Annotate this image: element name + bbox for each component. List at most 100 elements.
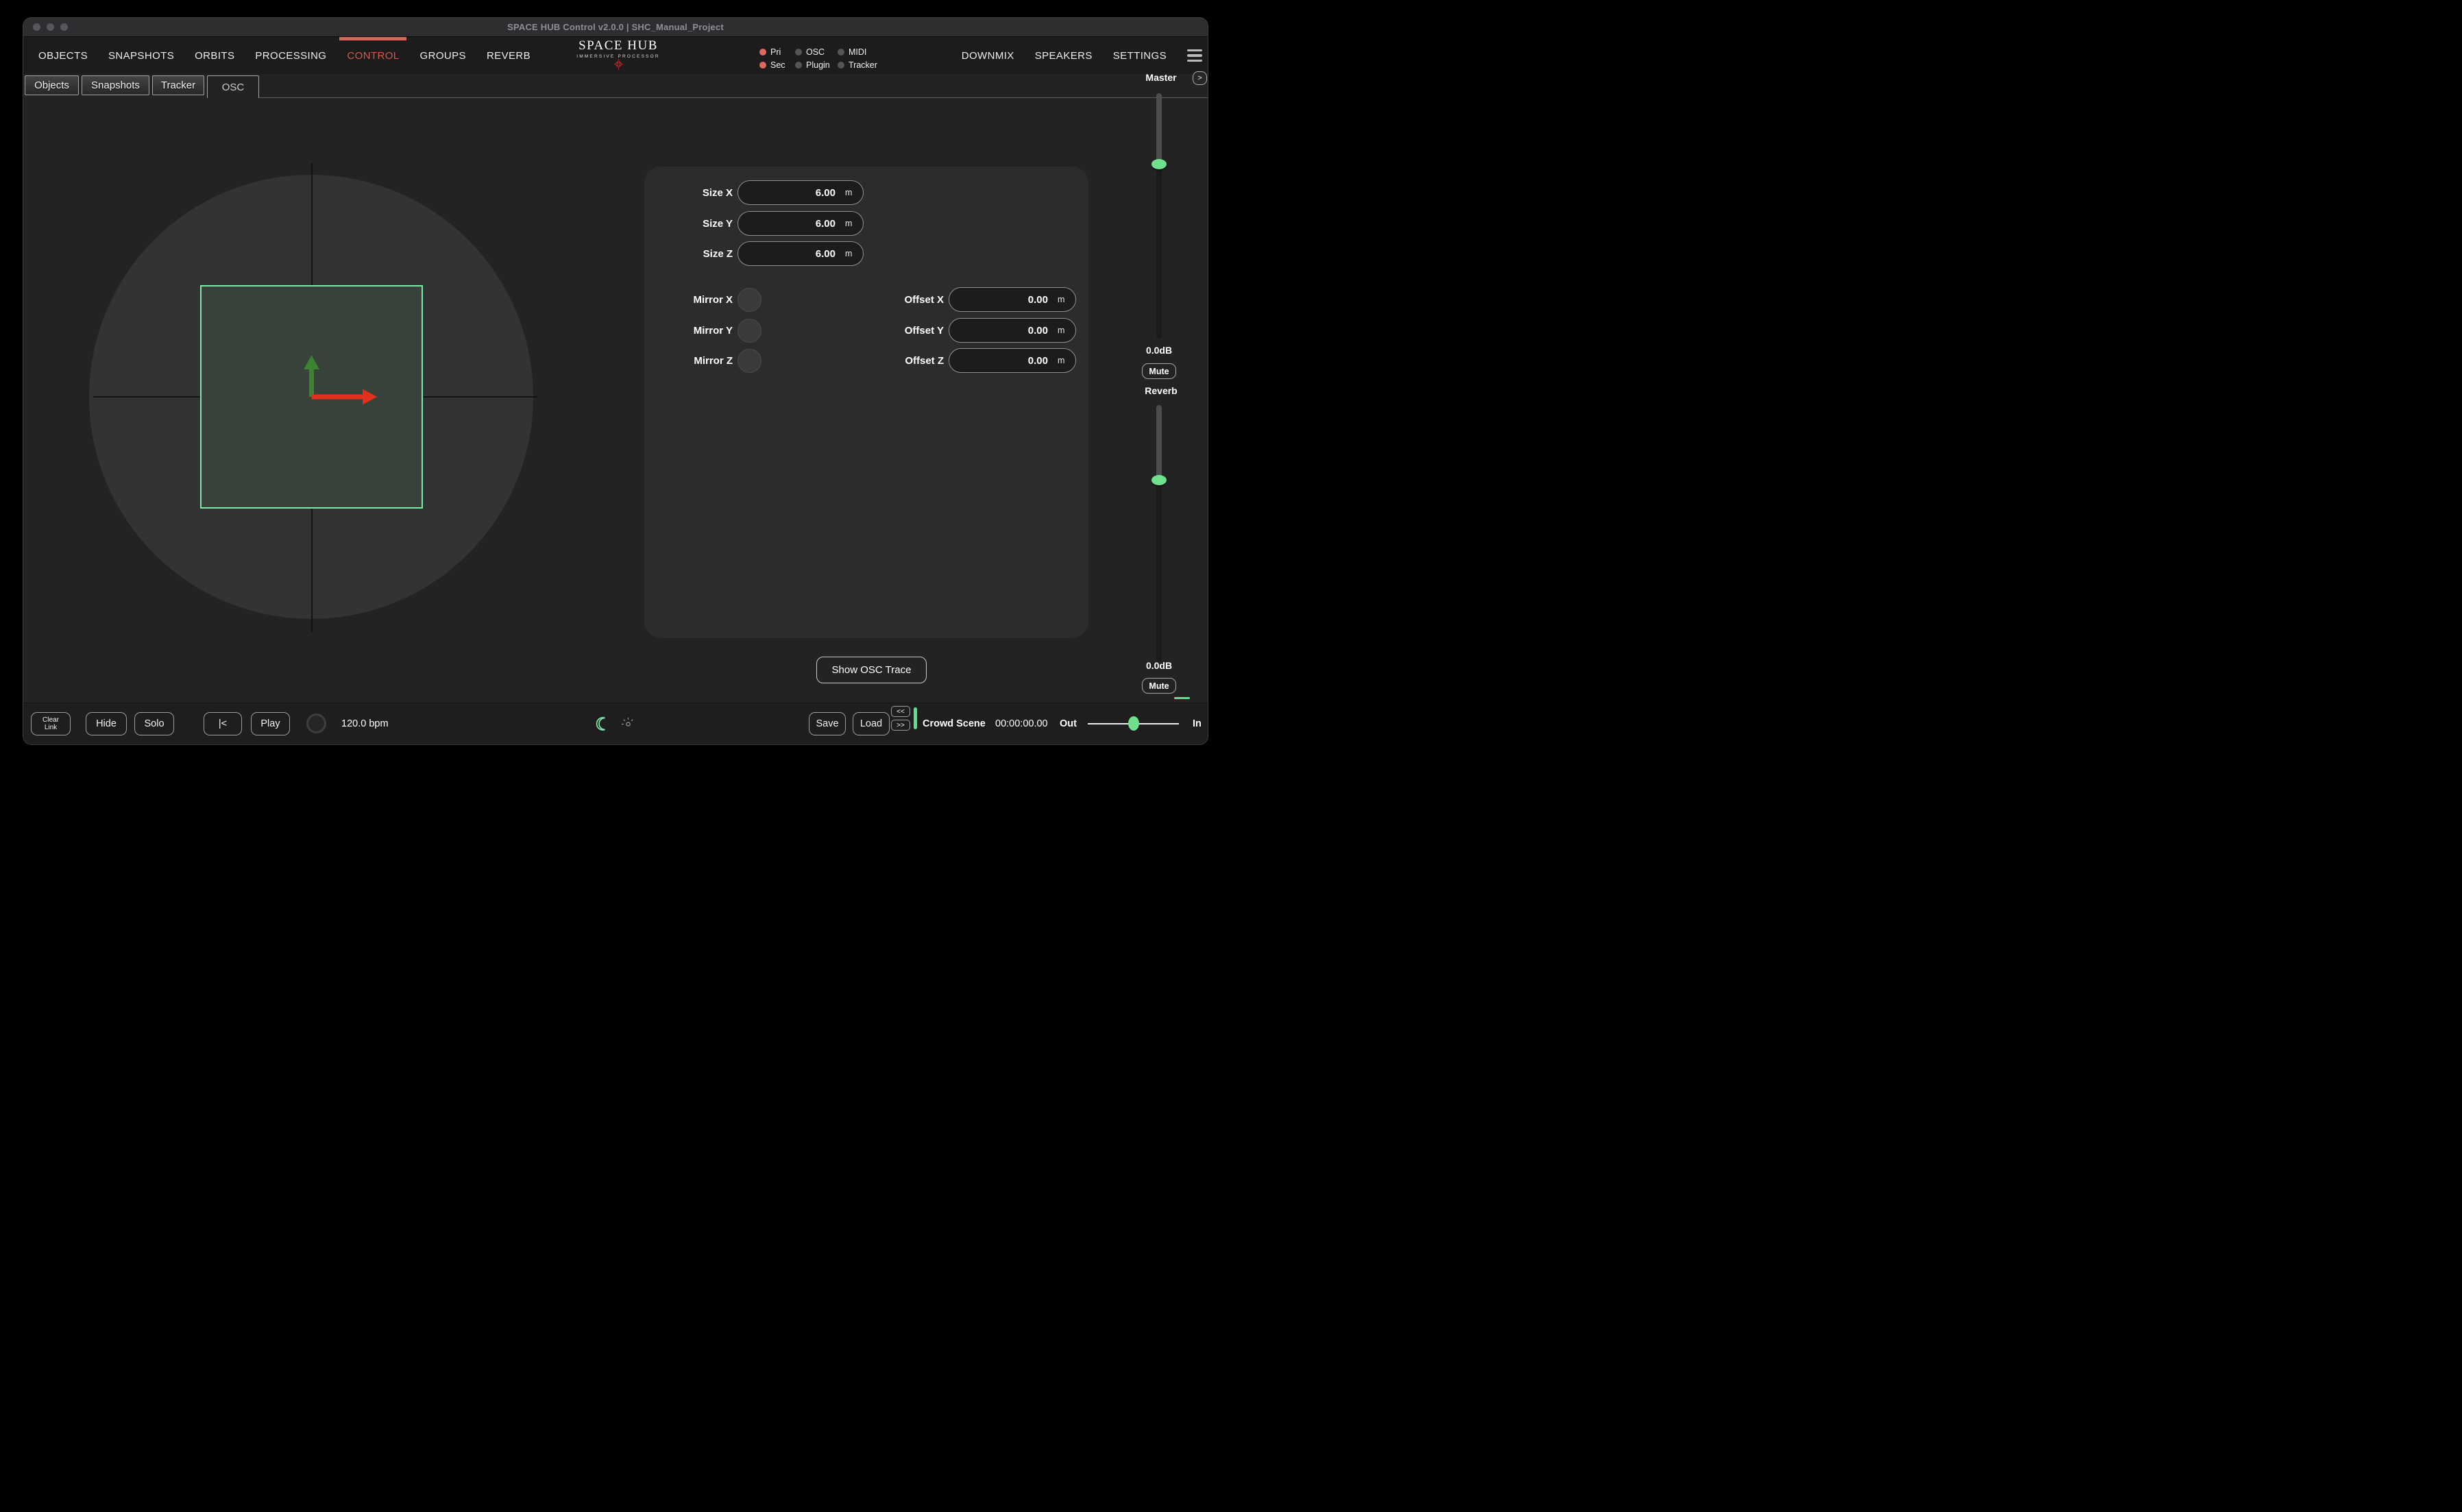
- timecode-readout: 00:00:00.00: [995, 703, 1048, 744]
- solo-button[interactable]: Solo: [134, 712, 174, 735]
- plugin-indicator-dot: [795, 62, 802, 69]
- offset-y-unit: m: [1058, 326, 1067, 335]
- moon-icon[interactable]: [594, 716, 611, 732]
- nav-item-groups[interactable]: GROUPS: [420, 50, 466, 62]
- size-x-unit: m: [845, 188, 855, 197]
- reverb-fader-track-upper: [1156, 405, 1162, 480]
- main-nav: OBJECTS SNAPSHOTS ORBITS PROCESSING CONT…: [23, 37, 1208, 74]
- scene-name: Crowd Scene: [923, 703, 986, 744]
- nav-item-speakers[interactable]: SPEAKERS: [1035, 50, 1093, 62]
- size-z-label: Size Z: [644, 248, 733, 260]
- master-fader-track-upper: [1156, 93, 1162, 164]
- size-y-value: 6.00: [745, 218, 845, 230]
- nav-item-snapshots[interactable]: SNAPSHOTS: [108, 50, 174, 62]
- nav-left-group: OBJECTS SNAPSHOTS ORBITS PROCESSING CONT…: [38, 37, 531, 74]
- in-out-slider-handle[interactable]: [1128, 716, 1139, 731]
- master-label: Master: [1141, 72, 1182, 83]
- nav-item-downmix[interactable]: DOWNMIX: [962, 50, 1014, 62]
- master-level-readout: 0.0dB: [1138, 345, 1180, 356]
- size-z-field[interactable]: 6.00 m: [738, 241, 864, 266]
- reverb-label: Reverb: [1141, 385, 1182, 396]
- scene-prev-button[interactable]: <<: [891, 706, 910, 717]
- sec-indicator-dot: [759, 62, 766, 69]
- target-icon: [570, 59, 666, 70]
- size-y-label: Size Y: [644, 218, 733, 230]
- status-tracker: Tracker: [838, 60, 895, 70]
- nav-item-control[interactable]: CONTROL: [347, 50, 399, 62]
- osc-settings-panel: Size X 6.00 m Size Y 6.00 m Size Z 6.00 …: [644, 167, 1088, 638]
- logo-tagline: IMMERSIVE PROCESSOR: [570, 54, 666, 59]
- nav-item-settings[interactable]: SETTINGS: [1113, 50, 1167, 62]
- clear-link-button[interactable]: Clear Link: [31, 712, 71, 735]
- reverb-meter-dash: [1174, 697, 1190, 699]
- offset-z-value: 0.00: [956, 355, 1058, 367]
- nav-item-orbits[interactable]: ORBITS: [195, 50, 234, 62]
- size-x-label: Size X: [644, 187, 733, 199]
- save-button[interactable]: Save: [809, 712, 846, 735]
- master-expand-button[interactable]: >: [1193, 71, 1207, 85]
- nav-item-reverb[interactable]: REVERB: [487, 50, 531, 62]
- osc-indicator-dot: [795, 49, 802, 56]
- offset-x-value: 0.00: [956, 294, 1058, 306]
- hamburger-menu-icon[interactable]: [1187, 49, 1202, 62]
- size-z-unit: m: [845, 249, 855, 258]
- offset-x-field[interactable]: 0.00 m: [949, 287, 1076, 312]
- play-button[interactable]: Play: [251, 712, 290, 735]
- rewind-button[interactable]: |<: [204, 712, 242, 735]
- offset-x-label: Offset X: [644, 294, 944, 306]
- tab-osc[interactable]: OSC: [207, 75, 259, 98]
- reverb-fader-handle[interactable]: [1151, 475, 1167, 485]
- title-bar: SPACE HUB Control v2.0.0 | SHC_Manual_Pr…: [23, 18, 1208, 37]
- offset-z-label: Offset Z: [644, 355, 944, 367]
- offset-z-field[interactable]: 0.00 m: [949, 348, 1076, 373]
- size-y-unit: m: [845, 219, 855, 228]
- tab-strip: Objects Snapshots Tracker OSC: [23, 74, 1208, 98]
- reverb-mute-button[interactable]: Mute: [1142, 678, 1176, 694]
- logo-name: SPACE HUB: [570, 38, 666, 53]
- master-fader-handle[interactable]: [1151, 159, 1167, 169]
- show-osc-trace-button[interactable]: Show OSC Trace: [816, 657, 927, 683]
- offset-z-unit: m: [1058, 356, 1067, 365]
- transport-bar: Clear Link Hide Solo |< Play 120.0 bpm: [23, 703, 1208, 744]
- reverb-level-readout: 0.0dB: [1138, 660, 1180, 671]
- size-z-value: 6.00: [745, 248, 845, 260]
- tempo-knob[interactable]: [306, 714, 326, 733]
- scene-active-indicator: [914, 707, 917, 729]
- in-label: In: [1193, 703, 1202, 744]
- hide-button[interactable]: Hide: [86, 712, 127, 735]
- window-title: SPACE HUB Control v2.0.0 | SHC_Manual_Pr…: [23, 18, 1208, 36]
- tab-objects[interactable]: Objects: [25, 75, 79, 95]
- size-x-value: 6.00: [745, 187, 845, 199]
- offset-y-label: Offset Y: [644, 325, 944, 337]
- master-mute-button[interactable]: Mute: [1142, 363, 1176, 379]
- scene-next-button[interactable]: >>: [891, 720, 910, 731]
- out-label: Out: [1060, 703, 1077, 744]
- status-osc: OSC: [795, 47, 838, 57]
- size-y-field[interactable]: 6.00 m: [738, 211, 864, 236]
- nav-right-group: DOWNMIX SPEAKERS SETTINGS: [962, 37, 1202, 74]
- nav-item-processing[interactable]: PROCESSING: [255, 50, 326, 62]
- tab-tracker[interactable]: Tracker: [152, 75, 204, 95]
- app-window: SPACE HUB Control v2.0.0 | SHC_Manual_Pr…: [23, 18, 1208, 744]
- status-midi: MIDI: [838, 47, 895, 57]
- tracker-indicator-dot: [838, 62, 844, 69]
- tempo-readout: 120.0 bpm: [341, 703, 389, 744]
- offset-y-value: 0.00: [956, 325, 1058, 337]
- pri-indicator-dot: [759, 49, 766, 56]
- status-sec: Sec: [759, 60, 795, 70]
- sun-icon[interactable]: [621, 717, 635, 731]
- status-plugin: Plugin: [795, 60, 838, 70]
- app-logo: SPACE HUB IMMERSIVE PROCESSOR: [570, 38, 666, 70]
- midi-indicator-dot: [838, 49, 844, 56]
- reverb-fader[interactable]: [1156, 405, 1162, 661]
- nav-item-objects[interactable]: OBJECTS: [38, 50, 88, 62]
- status-pri: Pri: [759, 47, 795, 57]
- load-button[interactable]: Load: [853, 712, 890, 735]
- connection-status: Pri OSC MIDI Sec Plugin: [759, 45, 895, 71]
- offset-x-unit: m: [1058, 295, 1067, 304]
- size-x-field[interactable]: 6.00 m: [738, 180, 864, 205]
- osc-zone-square[interactable]: [200, 285, 423, 509]
- master-fader[interactable]: [1156, 93, 1162, 339]
- offset-y-field[interactable]: 0.00 m: [949, 318, 1076, 343]
- tab-snapshots[interactable]: Snapshots: [82, 75, 149, 95]
